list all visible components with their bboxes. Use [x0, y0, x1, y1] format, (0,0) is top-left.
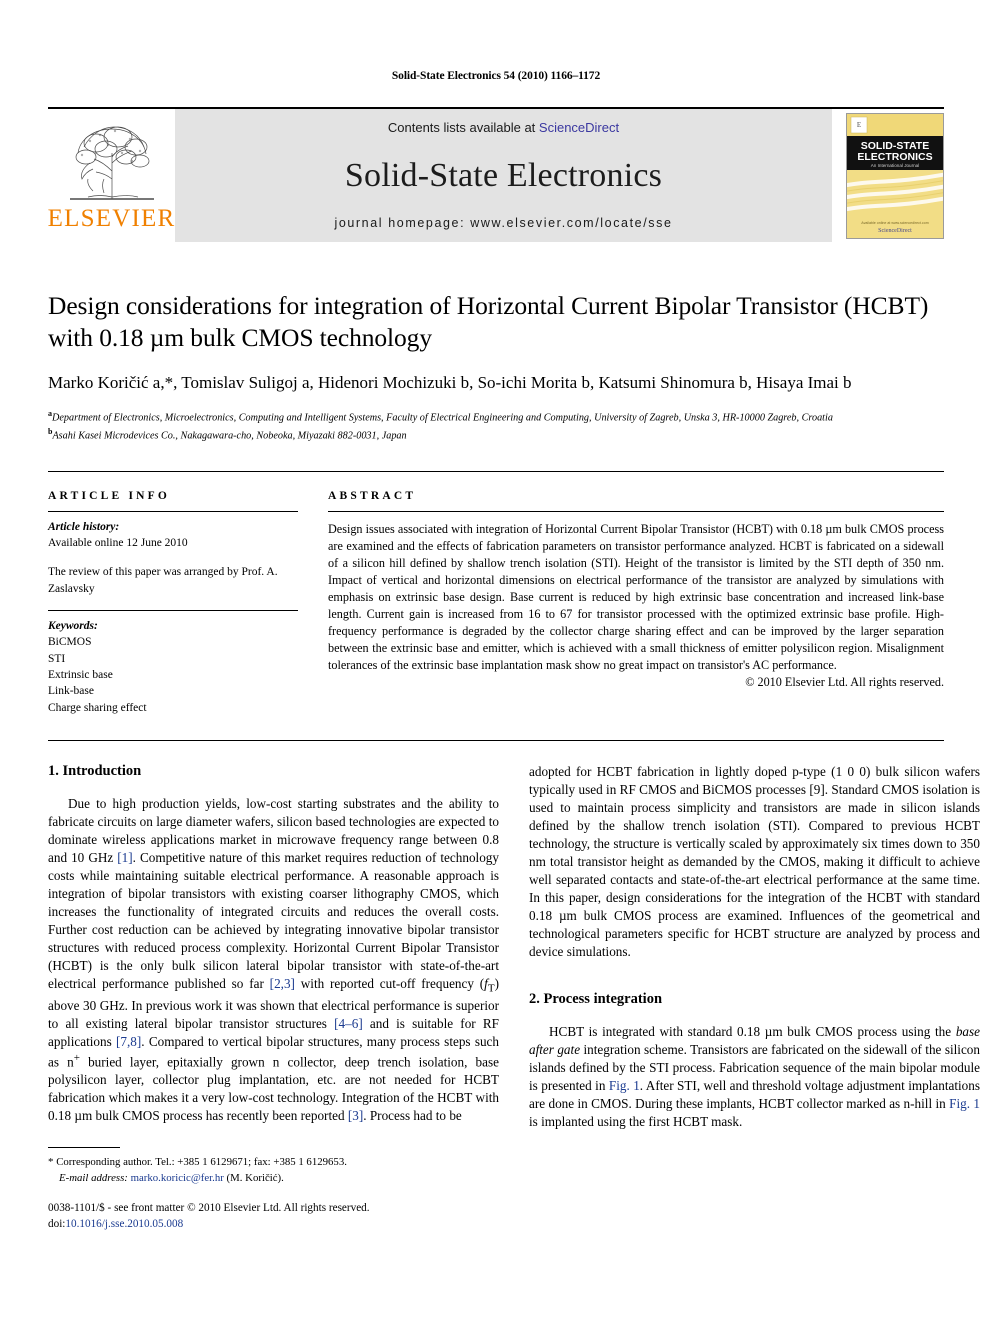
citation-2-3[interactable]: [2,3]	[270, 976, 295, 991]
figure-link-1[interactable]: Fig. 1	[609, 1078, 640, 1093]
citation-4-6[interactable]: [4–6]	[334, 1016, 363, 1031]
article-info-heading: ARTICLE INFO	[48, 489, 171, 502]
process-paragraph: HCBT is integrated with standard 0.18 µm…	[529, 1023, 980, 1131]
affiliation-a: aDepartment of Electronics, Microelectro…	[48, 408, 944, 426]
journal-homepage-link[interactable]: journal homepage: www.elsevier.com/locat…	[334, 216, 672, 230]
author-list: Marko Koričić a,*, Tomislav Suligoj a, H…	[48, 373, 852, 393]
footnote-divider	[48, 1147, 120, 1149]
imprint-doi-line: doi:10.1016/j.sse.2010.05.008	[48, 1217, 499, 1233]
article-history-value: Available online 12 June 2010	[48, 536, 188, 549]
svg-text:E: E	[857, 121, 861, 129]
citation-3[interactable]: [3]	[348, 1108, 363, 1123]
body-columns: 1. Introduction Due to high production y…	[48, 739, 980, 1232]
imprint-line1: 0038-1101/$ - see front matter © 2010 El…	[48, 1201, 370, 1214]
doi-label: doi:	[48, 1217, 66, 1230]
journal-cover-art: E SOLID-STATE ELECTRONICS An Internation…	[847, 113, 943, 238]
symbol-ft-subscript: T	[487, 982, 495, 995]
keyword-item: BiCMOS	[48, 636, 92, 649]
article-history-label: Article history:	[48, 520, 120, 533]
elsevier-tree-icon	[69, 126, 154, 200]
svg-text:Available online at www.scienc: Available online at www.sciencedirect.co…	[861, 221, 928, 225]
keyword-item: Charge sharing effect	[48, 701, 147, 714]
body-column-left: 1. Introduction Due to high production y…	[48, 763, 499, 1232]
journal-title: Solid-State Electronics	[344, 156, 663, 194]
keywords-block: Keywords: BiCMOS STI Extrinsic base Link…	[48, 611, 298, 716]
elsevier-logo: ELSEVIER	[48, 109, 175, 242]
svg-text:An International Journal: An International Journal	[871, 163, 920, 168]
paper-title: Design considerations for integration of…	[48, 291, 929, 353]
citation-1[interactable]: [1]	[117, 850, 132, 865]
email-label: E-mail address:	[59, 1172, 128, 1185]
keyword-item: Link-base	[48, 685, 94, 698]
body-column-right: adopted for HCBT fabrication in lightly …	[529, 763, 980, 1232]
corresponding-author-note: * Corresponding author. Tel.: +385 1 612…	[48, 1155, 499, 1171]
review-note: The review of this paper was arranged by…	[48, 566, 278, 595]
article-history: Article history: Available online 12 Jun…	[48, 512, 298, 597]
doi-link[interactable]: 10.1016/j.sse.2010.05.008	[65, 1218, 183, 1230]
journal-cover-thumbnail: E SOLID-STATE ELECTRONICS An Internation…	[846, 112, 944, 239]
process-text-d: is implanted using the first HCBT mask.	[529, 1114, 743, 1130]
sciencedirect-link[interactable]: ScienceDirect	[539, 120, 619, 135]
email-link[interactable]: marko.koricic@fer.hr	[131, 1172, 224, 1184]
abstract-text: Design issues associated with integratio…	[328, 521, 944, 673]
email-suffix: (M. Koričić).	[223, 1172, 284, 1185]
info-abstract-region: ARTICLE INFO Article history: Available …	[48, 470, 944, 716]
affiliation-a-text: Department of Electronics, Microelectron…	[52, 412, 833, 424]
figure-link-2[interactable]: Fig. 1	[949, 1096, 980, 1111]
intro-text-h: . Process had to be	[363, 1108, 462, 1124]
journal-masthead: ELSEVIER Contents lists available at Sci…	[48, 107, 944, 242]
section-title-process-integration: 2. Process integration	[529, 991, 663, 1008]
intro-paragraph-part1: Due to high production yields, low-cost …	[48, 795, 499, 1125]
masthead-right: E SOLID-STATE ELECTRONICS An Internation…	[832, 109, 944, 242]
affiliation-b-text: Asahi Kasei Microdevices Co., Nakagawara…	[52, 430, 407, 442]
elsevier-wordmark: ELSEVIER	[47, 205, 176, 232]
intro-text-c: with reported cut-off frequency (	[294, 976, 485, 992]
svg-text:ScienceDirect: ScienceDirect	[878, 228, 912, 234]
footnote-block: * Corresponding author. Tel.: +385 1 612…	[48, 1147, 499, 1232]
intro-text-b: . Competitive nature of this market requ…	[48, 849, 499, 992]
abstract-copyright: © 2010 Elsevier Ltd. All rights reserved…	[745, 675, 944, 690]
affiliation-b: bAsahi Kasei Microdevices Co., Nakagawar…	[48, 426, 944, 444]
intro-text-a: adopted for HCBT fabrication in lightly …	[529, 763, 980, 960]
contents-available-line: Contents lists available at ScienceDirec…	[388, 120, 619, 135]
paper-page: Solid-State Electronics 54 (2010) 1166–1…	[0, 0, 992, 1323]
citation-7-8[interactable]: [7,8]	[116, 1034, 141, 1049]
process-text-a: HCBT is integrated with standard 0.18 µm…	[549, 1024, 956, 1040]
svg-text:ELECTRONICS: ELECTRONICS	[857, 151, 932, 163]
email-note: E-mail address: marko.koricic@fer.hr (M.…	[48, 1171, 499, 1187]
abstract-column: ABSTRACT Design issues associated with i…	[328, 490, 944, 716]
keyword-item: STI	[48, 652, 66, 665]
contents-prefix: Contents lists available at	[387, 120, 539, 135]
keyword-item: Extrinsic base	[48, 668, 113, 681]
article-info-column: ARTICLE INFO Article history: Available …	[48, 490, 298, 716]
intro-paragraph-continued: adopted for HCBT fabrication in lightly …	[529, 763, 980, 961]
section-title-introduction: 1. Introduction	[48, 762, 142, 779]
masthead-center: Contents lists available at ScienceDirec…	[175, 109, 832, 242]
abstract-heading: ABSTRACT	[328, 489, 417, 502]
keywords-label: Keywords:	[48, 619, 98, 632]
imprint-block: 0038-1101/$ - see front matter © 2010 El…	[48, 1201, 499, 1233]
running-head: Solid-State Electronics 54 (2010) 1166–1…	[391, 70, 601, 82]
corresponding-author-text: Corresponding author. Tel.: +385 1 61296…	[53, 1156, 347, 1169]
title-block: Design considerations for integration of…	[48, 290, 944, 444]
affiliations: aDepartment of Electronics, Microelectro…	[48, 408, 944, 444]
